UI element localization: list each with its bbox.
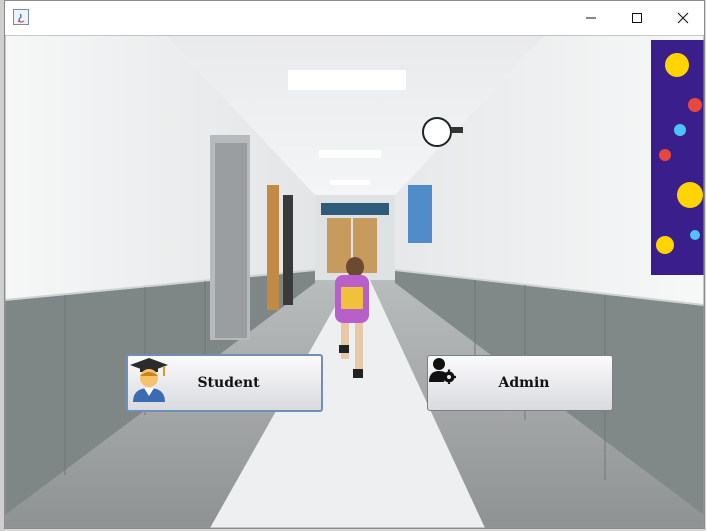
title-bar <box>5 1 704 35</box>
close-button[interactable] <box>660 1 704 34</box>
hallway-background-image: Student Admin <box>5 35 704 528</box>
maximize-icon <box>632 12 642 23</box>
minimize-icon <box>586 17 596 18</box>
student-button-label: Student <box>197 375 260 391</box>
java-app-icon <box>13 9 29 25</box>
student-button[interactable]: Student <box>126 354 323 412</box>
app-window: Student Admin <box>4 0 705 529</box>
minimize-button[interactable] <box>568 1 614 34</box>
maximize-button[interactable] <box>614 1 660 34</box>
admin-button-label: Admin <box>498 375 550 391</box>
admin-button[interactable]: Admin <box>427 355 613 411</box>
close-icon <box>677 12 689 23</box>
